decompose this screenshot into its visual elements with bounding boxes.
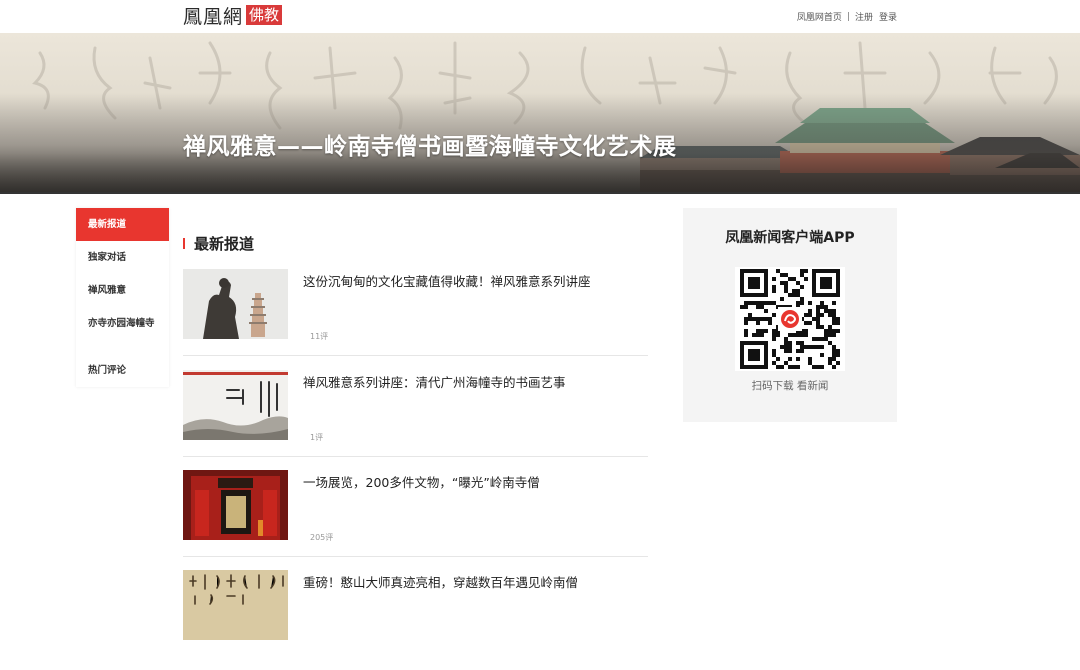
comment-count[interactable]: 1评	[310, 432, 323, 443]
banner: 禅风雅意——岭南寺僧书画暨海幢寺文化艺术展	[0, 33, 1080, 193]
news-item[interactable]: 禅风雅意系列讲座：清代广州海幢寺的书画艺事 1评	[183, 370, 648, 470]
qr-code	[735, 267, 845, 371]
phoenix-logo-icon	[781, 310, 799, 328]
divider	[183, 456, 648, 457]
divider	[183, 355, 648, 356]
banner-title: 禅风雅意——岭南寺僧书画暨海幢寺文化艺术展	[183, 134, 677, 160]
news-item[interactable]: 重磅！憨山大师真迹亮相，穿越数百年遇见岭南僧	[183, 570, 648, 670]
news-thumbnail[interactable]	[183, 570, 288, 640]
news-item[interactable]: 一场展览，200多件文物，“曝光”岭南寺僧 205评	[183, 470, 648, 570]
app-download-box: 凤凰新闻客户端APP 扫码下载 看新闻	[683, 208, 897, 422]
section-accent-bar	[183, 237, 185, 249]
news-thumbnail[interactable]	[183, 269, 288, 339]
banner-divider	[0, 192, 1080, 194]
news-title[interactable]: 重磅！憨山大师真迹亮相，穿越数百年遇见岭南僧	[303, 572, 578, 591]
side-nav: 最新报道 独家对话 禅风雅意 亦寺亦园海幢寺 热门评论	[76, 208, 169, 387]
logo-channel-tag: 佛教	[246, 5, 283, 25]
sidenav-item-chan-style[interactable]: 禅风雅意	[76, 274, 169, 307]
news-title[interactable]: 一场展览，200多件文物，“曝光”岭南寺僧	[303, 472, 540, 491]
news-item[interactable]: 这份沉甸甸的文化宝藏值得收藏！禅风雅意系列讲座 11评	[183, 269, 648, 369]
logo-text: 鳳凰網	[183, 5, 244, 28]
app-subtitle: 扫码下载 看新闻	[751, 380, 829, 392]
news-thumbnail[interactable]	[183, 470, 288, 540]
section-header: 最新报道	[183, 233, 254, 253]
register-link[interactable]: 注册	[855, 10, 873, 23]
app-title: 凤凰新闻客户端APP	[725, 230, 855, 246]
home-link[interactable]: 凤凰网首页	[797, 10, 842, 23]
top-bar: 鳳凰網 佛教 凤凰网首页 | 注册 登录	[0, 0, 1080, 33]
section-title: 最新报道	[194, 234, 255, 253]
sidenav-item-interview[interactable]: 独家对话	[76, 241, 169, 274]
comment-count[interactable]: 205评	[310, 532, 333, 543]
site-logo[interactable]: 鳳凰網 佛教	[183, 4, 283, 28]
news-thumbnail[interactable]	[183, 370, 288, 440]
sidenav-item-haichuang-temple[interactable]: 亦寺亦园海幢寺	[76, 307, 169, 354]
news-title[interactable]: 这份沉甸甸的文化宝藏值得收藏！禅风雅意系列讲座	[303, 271, 591, 290]
sidenav-item-latest[interactable]: 最新报道	[76, 208, 169, 241]
news-title[interactable]: 禅风雅意系列讲座：清代广州海幢寺的书画艺事	[303, 372, 566, 391]
sidenav-item-hot-comments[interactable]: 热门评论	[76, 354, 169, 387]
top-links: 凤凰网首页 | 注册 登录	[797, 10, 897, 24]
comment-count[interactable]: 11评	[310, 331, 328, 342]
divider	[183, 556, 648, 557]
login-link[interactable]: 登录	[879, 10, 897, 23]
link-separator: |	[846, 11, 850, 22]
